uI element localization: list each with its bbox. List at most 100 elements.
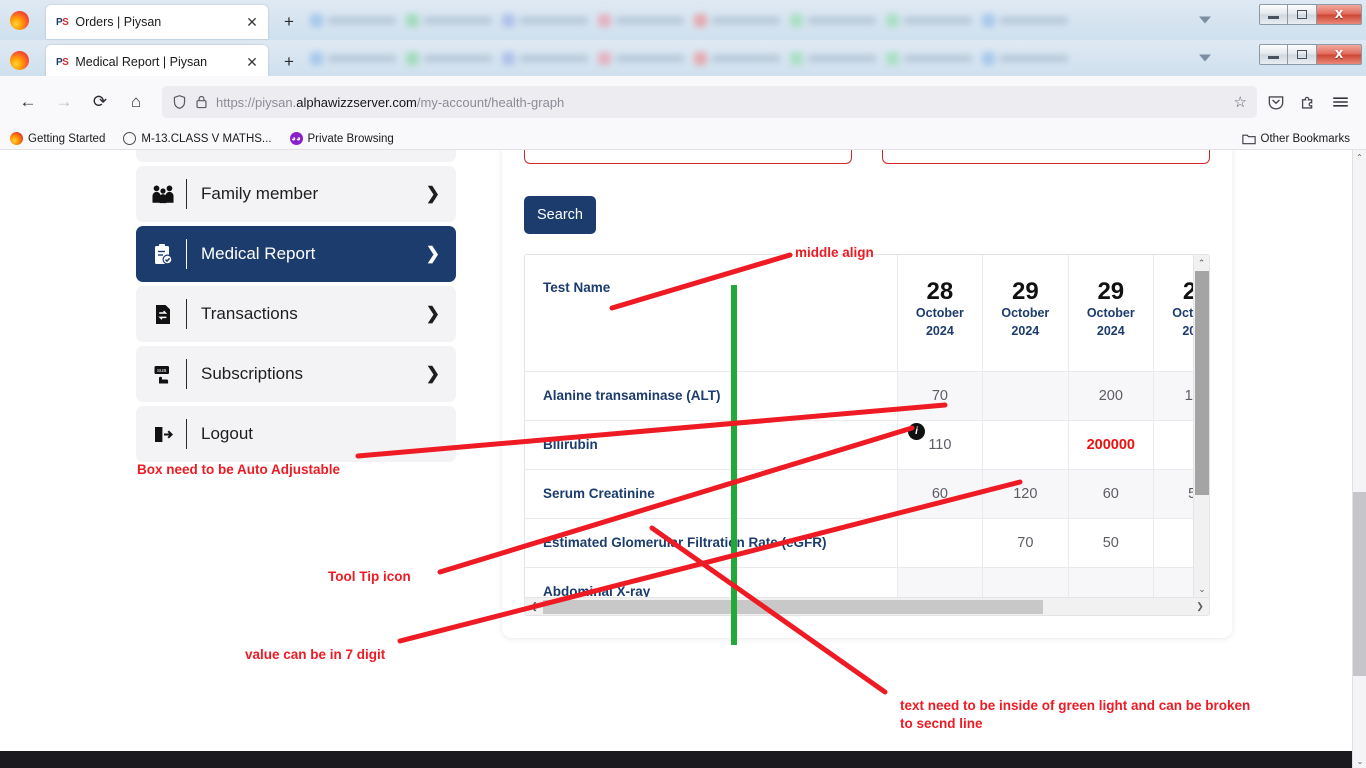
- row-value: 110: [1153, 370, 1193, 421]
- other-bookmarks-label: Other Bookmarks: [1260, 132, 1350, 145]
- new-tab-button-2[interactable]: +: [278, 51, 300, 73]
- bookmark-star-icon[interactable]: ☆: [1234, 93, 1247, 111]
- bookmark-label: Getting Started: [28, 132, 106, 145]
- logout-icon: [148, 425, 178, 444]
- sidebar-item-subscriptions[interactable]: SUB Subscriptions ❯: [136, 346, 456, 402]
- extension-icon[interactable]: [1299, 93, 1317, 111]
- tooltip-info-icon[interactable]: i: [908, 423, 925, 440]
- date-filter-row: 01 / 10 / 2024 07 / 11 / 2024: [524, 150, 1210, 164]
- row-value: 60: [1067, 468, 1155, 519]
- lock-icon: [196, 95, 207, 109]
- pocket-icon[interactable]: [1267, 93, 1285, 111]
- chevron-right-icon: ❯: [425, 304, 440, 323]
- row-test-name: Alanine transaminase (ALT): [525, 370, 898, 421]
- tab-close-icon-orders[interactable]: ✕: [242, 12, 262, 32]
- scroll-down-arrow-icon[interactable]: ⌄: [1194, 581, 1209, 597]
- tab-orders[interactable]: PS Orders | Piysan ✕: [46, 5, 268, 39]
- reload-button[interactable]: ⟳: [84, 86, 116, 118]
- row-value: [982, 370, 1069, 421]
- tab-medical-report[interactable]: PS Medical Report | Piysan ✕: [46, 45, 268, 79]
- other-bookmarks-button[interactable]: Other Bookmarks: [1241, 132, 1350, 145]
- header-date-col: 28 October 2024: [896, 255, 984, 371]
- svg-text:SUB: SUB: [156, 367, 165, 372]
- row-value: [982, 419, 1069, 470]
- bookmark-maths-class[interactable]: M-13.CLASS V MATHS...: [123, 132, 272, 145]
- sidebar-item-shared-reports[interactable]: Shared Reports ❯: [136, 150, 456, 162]
- page-scroll-down-arrow-icon[interactable]: ⌄: [1353, 754, 1366, 768]
- table-vertical-scrollbar[interactable]: ⌃ ⌄: [1193, 255, 1209, 597]
- header-date-col: 29 October 2024: [982, 255, 1069, 371]
- health-report-table: Test Name 28 October 2024 29 October 202…: [525, 255, 1193, 597]
- home-button[interactable]: ⌂: [120, 86, 152, 118]
- url-text: https://piysan.alphawizzserver.com/my-ac…: [216, 94, 565, 110]
- table-row: Abdominal X-ray: [525, 566, 1193, 597]
- firefox-logo-icon-1: [10, 11, 29, 30]
- scroll-up-arrow-icon[interactable]: ⌃: [1194, 255, 1209, 271]
- bookmarks-toolbar: Getting Started M-13.CLASS V MATHS... ◕◕…: [0, 128, 1366, 150]
- page-scroll-thumb[interactable]: [1353, 492, 1366, 676]
- row-value: 5: [1153, 517, 1193, 568]
- header-date-col: 29 October 2024: [1067, 255, 1155, 371]
- row-value: 120: [982, 468, 1069, 519]
- tab-strip-medical-report: PS Medical Report | Piysan ✕ +: [0, 40, 1366, 80]
- row-value: [896, 517, 984, 568]
- row-test-name: Estimated Glomerular Filtration Rate (eG…: [525, 517, 898, 568]
- new-tab-button-1[interactable]: +: [278, 11, 300, 33]
- sidebar-item-label: Medical Report: [201, 244, 316, 263]
- bookmark-getting-started[interactable]: Getting Started: [10, 132, 105, 145]
- date-to-value: 07 / 11 / 2024: [895, 150, 1181, 151]
- page-scroll-up-arrow-icon[interactable]: ⌃: [1353, 150, 1366, 164]
- table-row: Alanine transaminase (ALT) 70 200 110: [525, 370, 1193, 421]
- table-head: Test Name 28 October 2024 29 October 202…: [525, 255, 1193, 371]
- url-bar[interactable]: https://piysan.alphawizzserver.com/my-ac…: [162, 86, 1257, 118]
- tab-close-icon-medical-report[interactable]: ✕: [242, 52, 262, 72]
- table-horizontal-scrollbar[interactable]: ❮ ❯: [525, 597, 1209, 615]
- table-row: Estimated Glomerular Filtration Rate (eG…: [525, 517, 1193, 568]
- scroll-right-arrow-icon[interactable]: ❯: [1191, 601, 1209, 612]
- bookmark-label: Private Browsing: [307, 132, 394, 145]
- navigation-toolbar: ← → ⟳ ⌂ https://piysan.alphawizzserver.c…: [0, 76, 1366, 128]
- family-icon: [148, 184, 178, 205]
- row-value: [1153, 566, 1193, 597]
- folder-icon: [1241, 134, 1256, 144]
- tab-favicon-ps-2: PS: [56, 56, 69, 68]
- search-button[interactable]: Search: [524, 196, 596, 234]
- sidebar-item-family-member[interactable]: Family member ❯: [136, 166, 456, 222]
- row-value: 50: [1067, 517, 1155, 568]
- sidebar-item-medical-report[interactable]: Medical Report ❯: [136, 226, 456, 282]
- date-to-input[interactable]: 07 / 11 / 2024: [882, 150, 1210, 164]
- health-report-table-card: Test Name 28 October 2024 29 October 202…: [524, 254, 1210, 616]
- clipboard-check-icon: [148, 243, 178, 266]
- chevron-right-icon: ❯: [425, 364, 440, 383]
- sidebar-item-label: Transactions: [201, 304, 298, 323]
- shield-icon: [173, 95, 186, 110]
- back-button[interactable]: ←: [12, 86, 44, 118]
- sidebar-item-logout[interactable]: Logout: [136, 406, 456, 462]
- horizontal-scroll-track[interactable]: [543, 599, 1191, 614]
- page-vertical-scrollbar[interactable]: ⌃ ⌄: [1352, 150, 1366, 768]
- sidebar-item-label: Family member: [201, 184, 319, 203]
- horizontal-scroll-thumb[interactable]: [543, 599, 1043, 614]
- account-sidebar: Shared Reports ❯ Family member ❯: [136, 150, 456, 638]
- firefox-logo-icon-2: [10, 51, 29, 70]
- globe-icon: [123, 132, 137, 145]
- table-row: Bilirubin 110 200000: [525, 419, 1193, 470]
- table-scroll-area[interactable]: Test Name 28 October 2024 29 October 202…: [525, 255, 1193, 597]
- sidebar-item-transactions[interactable]: Transactions ❯: [136, 286, 456, 342]
- vertical-scroll-thumb[interactable]: [1195, 271, 1209, 495]
- row-value-alert: 200000: [1067, 419, 1155, 470]
- subscription-icon: SUB: [148, 364, 178, 385]
- tab-title-medical-report: Medical Report | Piysan: [75, 55, 208, 69]
- scroll-left-arrow-icon[interactable]: ❮: [525, 601, 543, 612]
- bookmark-private-browsing[interactable]: ◕◕ Private Browsing: [289, 132, 394, 145]
- row-test-name: Serum Creatinine: [525, 468, 898, 519]
- browser-window: X X PS Orders | Piysan ✕ + PS Medical Re…: [0, 0, 1366, 768]
- date-from-input[interactable]: 01 / 10 / 2024: [524, 150, 852, 164]
- sidebar-item-label: Logout: [201, 424, 253, 443]
- table-header-row: Test Name 28 October 2024 29 October 202…: [525, 255, 1193, 371]
- row-value: [982, 566, 1069, 597]
- header-test-name: Test Name: [525, 255, 898, 371]
- forward-button[interactable]: →: [48, 86, 80, 118]
- row-value: [896, 566, 984, 597]
- hamburger-menu-icon[interactable]: [1331, 94, 1350, 110]
